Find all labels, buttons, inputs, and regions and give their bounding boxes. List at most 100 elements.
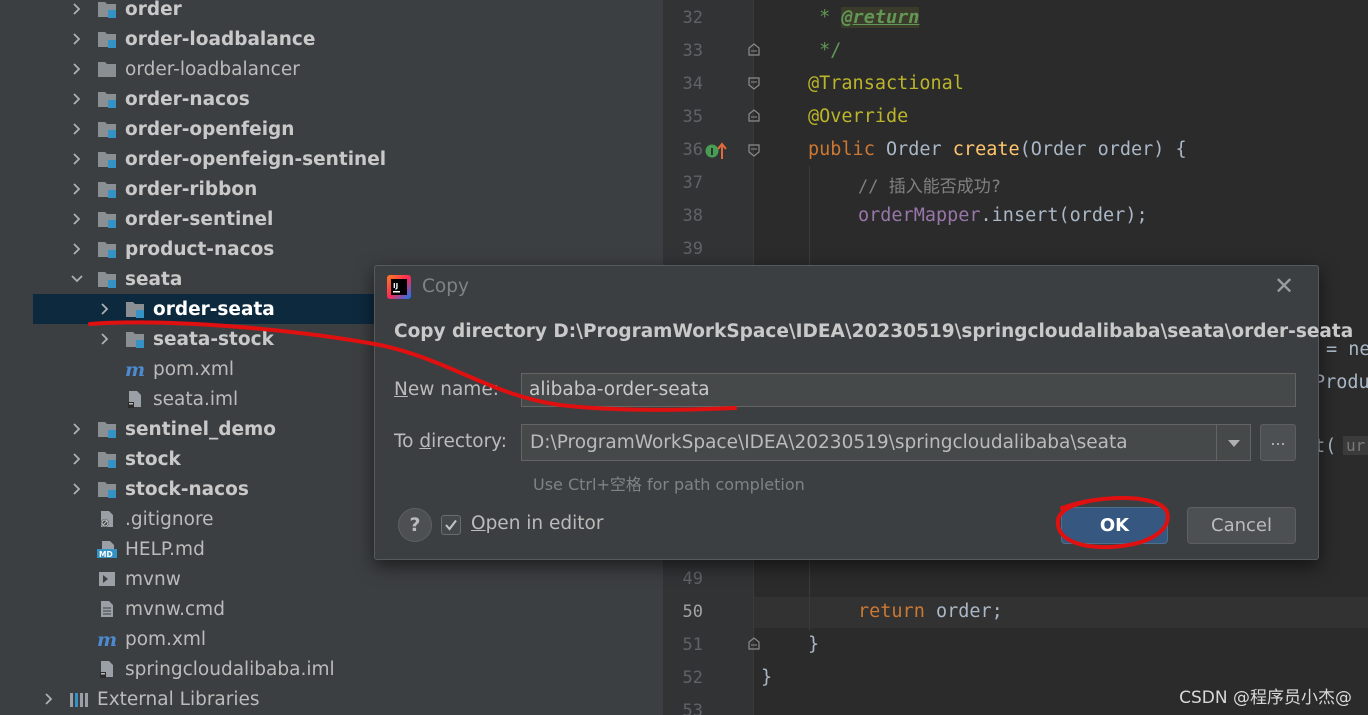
svg-text:MD: MD [99,550,113,558]
code-line-37: // 插入能否成功? [858,177,1001,197]
csdn-watermark: CSDN @程序员小杰@ [1179,688,1352,708]
chevron-right-icon[interactable] [69,91,85,107]
tree-item-label: order-sentinel [125,209,274,230]
chevron-right-icon[interactable] [69,181,85,197]
intellij-logo-icon: IJ [387,275,411,299]
line-number[interactable]: 33 [671,41,703,61]
tree-item-mvnw-cmd[interactable]: mvnw.cmd [0,594,663,624]
svg-text:m: m [97,630,117,648]
tree-item-springcloudalibaba-iml[interactable]: springcloudalibaba.iml [0,654,663,684]
chevron-down-icon[interactable] [69,271,85,287]
tree-item-order-sentinel[interactable]: order-sentinel [0,204,663,234]
chevron-right-icon[interactable] [69,481,85,497]
module-folder-icon [97,210,117,228]
tree-item-order-openfeign[interactable]: order-openfeign [0,114,663,144]
tree-item-order-loadbalance[interactable]: order-loadbalance [0,24,663,54]
fold-start-icon[interactable] [747,143,761,157]
tree-item-order[interactable]: order [0,0,663,24]
maven-icon: m [125,359,145,381]
line-number[interactable]: 32 [671,8,703,28]
tree-item-order-loadbalancer[interactable]: order-loadbalancer [0,54,663,84]
cancel-button[interactable]: Cancel [1187,507,1296,544]
tree-item-pom-xml[interactable]: m pom.xml [0,624,663,654]
chevron-right-icon[interactable] [69,121,85,137]
chevron-right-icon[interactable] [69,1,85,17]
line-number[interactable]: 37 [671,173,703,193]
chevron-right-icon[interactable] [69,241,85,257]
code-fragment: Produ [1314,372,1368,393]
line-number[interactable]: 38 [671,206,703,226]
tree-item-label: order-openfeign [125,119,295,140]
tree-item-product-nacos[interactable]: product-nacos [0,234,663,264]
fold-end-icon[interactable] [747,109,761,123]
tree-item-label: springcloudalibaba.iml [125,659,335,680]
help-button[interactable]: ? [398,508,432,542]
line-number[interactable]: 52 [671,668,703,688]
iml-file-icon [97,660,117,678]
tree-item-mvnw[interactable]: mvnw [0,564,663,594]
tree-item-label: seata-stock [153,329,274,350]
tree-item-label: sentinel_demo [125,419,276,440]
code-line-51: } [808,634,820,655]
chevron-right-icon[interactable] [69,451,85,467]
fold-end-icon[interactable] [747,43,761,57]
fold-end-icon[interactable] [747,637,761,651]
chevron-down-icon [1228,440,1240,447]
chevron-right-icon[interactable] [41,691,57,707]
tree-item-order-ribbon[interactable]: order-ribbon [0,174,663,204]
chevron-right-icon[interactable] [97,331,113,347]
tree-item-label: mvnw [125,569,181,590]
fold-start-icon[interactable] [747,76,761,90]
line-number[interactable]: 39 [671,239,703,259]
module-folder-icon [97,90,117,108]
browse-button[interactable]: ... [1260,424,1296,461]
chevron-right-icon[interactable] [97,301,113,317]
code-line-35: @Override [808,106,909,127]
code-line-34: @Transactional [808,73,964,94]
tree-item-order-openfeign-sentinel[interactable]: order-openfeign-sentinel [0,144,663,174]
dropdown-button[interactable] [1216,425,1250,460]
tree-item-order-nacos[interactable]: order-nacos [0,84,663,114]
module-folder-icon [97,180,117,198]
close-icon[interactable]: ✕ [1272,274,1296,298]
tree-item-label: seata.iml [153,389,239,410]
line-number[interactable]: 49 [671,569,703,589]
module-folder-icon [97,420,117,438]
chevron-right-icon[interactable] [69,61,85,77]
module-folder-icon [125,300,145,318]
tree-item-label: HELP.md [125,539,205,560]
chevron-right-icon[interactable] [69,421,85,437]
copy-description: Copy directory D:\ProgramWorkSpace\IDEA\… [394,321,1354,342]
tree-item-label: order-loadbalance [125,29,316,50]
open-in-editor-label[interactable]: Open in editor [471,513,603,534]
code-fragment: = ne [1326,339,1368,360]
parameter-hint: ur [1343,436,1368,455]
chevron-right-icon[interactable] [69,151,85,167]
tree-item-label: pom.xml [125,629,207,650]
module-folder-icon [97,270,117,288]
svg-text:m: m [125,360,145,378]
line-number[interactable]: 50 [671,602,703,622]
ok-button[interactable]: OK [1061,507,1168,544]
open-in-editor-checkbox[interactable] [441,515,461,535]
line-number[interactable]: 53 [671,701,703,715]
tree-item-label: order-loadbalancer [125,59,300,80]
implements-method-icon[interactable]: I [705,141,727,161]
line-number[interactable]: 51 [671,635,703,655]
to-directory-combobox[interactable]: D:\ProgramWorkSpace\IDEA\20230519\spring… [521,424,1251,461]
chevron-right-icon[interactable] [69,211,85,227]
new-name-input[interactable]: alibaba-order-seata [521,373,1296,407]
to-directory-value[interactable]: D:\ProgramWorkSpace\IDEA\20230519\spring… [530,432,1128,453]
code-line-36: public Order create(Order order) { [808,139,1187,160]
svg-text:IJ: IJ [393,282,398,290]
line-number[interactable]: 36 [671,140,703,160]
line-number[interactable]: 34 [671,74,703,94]
folder-icon [97,60,117,78]
iml-file-icon [125,390,145,408]
chevron-right-icon[interactable] [69,31,85,47]
tree-item-external-libraries[interactable]: External Libraries [0,684,663,714]
to-directory-label: To directory: [394,431,508,452]
libraries-icon [69,690,89,708]
line-number[interactable]: 35 [671,107,703,127]
module-folder-icon [97,30,117,48]
